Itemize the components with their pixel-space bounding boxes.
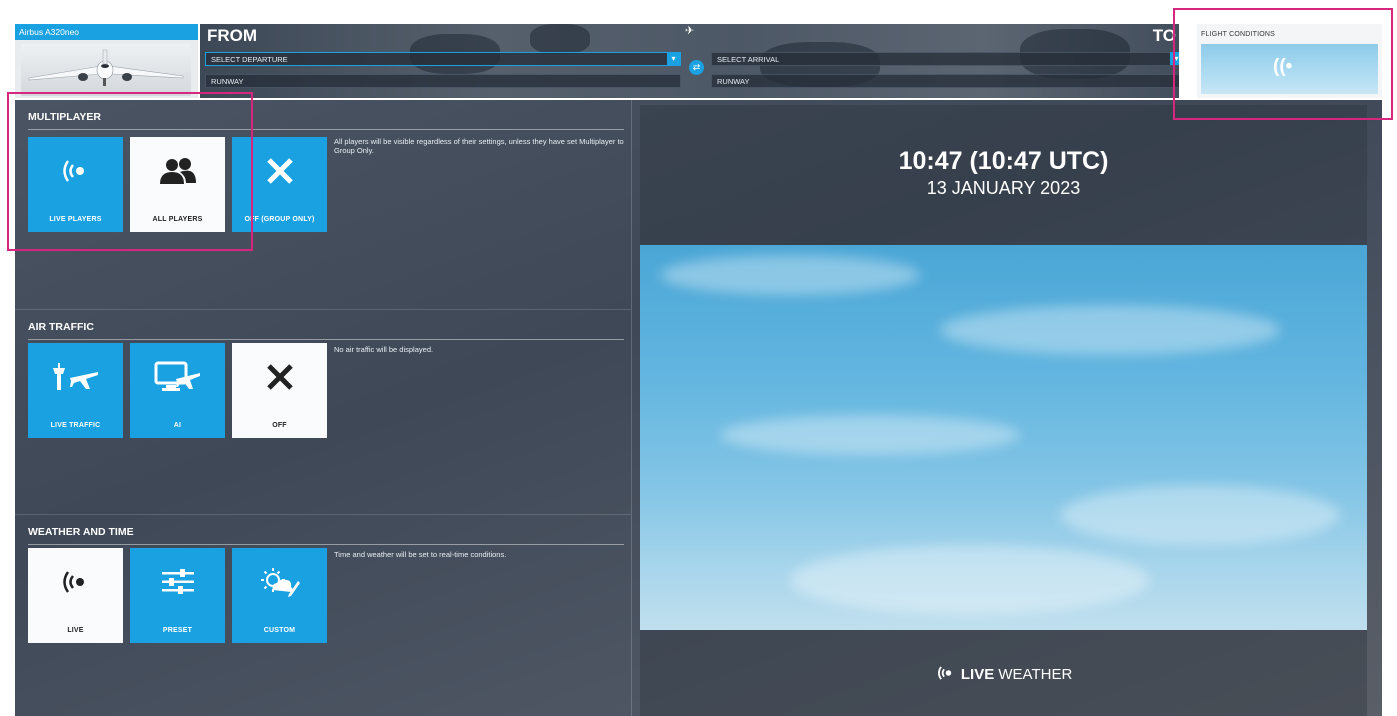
air-traffic-options: LIVE TRAFFIC AI OFF No air traffic will … xyxy=(15,343,631,438)
multiplayer-highlight-box xyxy=(7,92,253,251)
off-traffic-button[interactable]: OFF xyxy=(232,343,327,438)
arrival-runway-select[interactable]: RUNWAY xyxy=(711,74,1179,88)
airplane-icon: ✈ xyxy=(685,25,695,37)
sliders-icon xyxy=(130,562,225,602)
current-time: 10:47 (10:47 UTC) xyxy=(898,147,1109,175)
section-title: AIR TRAFFIC xyxy=(28,321,94,333)
tower-plane-icon xyxy=(28,357,123,397)
tile-label: LIVE TRAFFIC xyxy=(50,422,101,429)
ai-traffic-button[interactable]: AI xyxy=(130,343,225,438)
tile-label: PRESET xyxy=(162,627,193,634)
close-icon xyxy=(232,357,327,397)
computer-plane-icon xyxy=(130,357,225,397)
route-panel: FROM TO ✈ SELECT DEPARTURE ▾ RUNWAY ⇄ SE… xyxy=(200,24,1179,98)
swap-icon[interactable]: ⇄ xyxy=(689,60,704,75)
current-date: 13 JANUARY 2023 xyxy=(926,178,1081,198)
weather-word: WEATHER xyxy=(998,666,1073,683)
weather-time-options: LIVE PRESET CUSTOM Time and weather will… xyxy=(15,548,631,643)
section-description: All players will be visible regardless o… xyxy=(334,137,624,155)
tile-label: LIVE xyxy=(67,627,84,634)
conditions-preview: 10:47 (10:47 UTC) 13 JANUARY 2023 LIVE W… xyxy=(640,105,1367,716)
flight-conditions-highlight-box xyxy=(1173,8,1393,120)
departure-runway-select[interactable]: RUNWAY xyxy=(205,74,681,88)
section-title: WEATHER AND TIME xyxy=(28,526,134,538)
sun-cloud-edit-icon xyxy=(232,562,327,602)
live-broadcast-icon xyxy=(937,666,951,680)
live-weather-label: LIVE WEATHER xyxy=(640,665,1367,683)
airplane-thumbnail xyxy=(21,44,191,96)
tile-label: CUSTOM xyxy=(263,627,296,634)
column-divider xyxy=(631,100,632,716)
preset-weather-button[interactable]: PRESET xyxy=(130,548,225,643)
aircraft-card[interactable]: Airbus A320neo xyxy=(15,24,198,98)
live-weather-button[interactable]: LIVE xyxy=(28,548,123,643)
air-traffic-section: AIR TRAFFIC LIVE TRAFFIC AI OFF No air t… xyxy=(15,310,631,515)
departure-select[interactable]: SELECT DEPARTURE xyxy=(205,52,681,66)
divider xyxy=(28,544,624,545)
live-word: LIVE xyxy=(960,666,995,683)
live-traffic-button[interactable]: LIVE TRAFFIC xyxy=(28,343,123,438)
divider xyxy=(28,339,624,340)
section-description: Time and weather will be set to real-tim… xyxy=(334,550,507,559)
weather-time-section: WEATHER AND TIME LIVE PRESET CUSTOM Time… xyxy=(15,515,631,716)
chevron-down-icon[interactable]: ▾ xyxy=(667,52,680,65)
live-broadcast-icon xyxy=(28,562,123,602)
custom-weather-button[interactable]: CUSTOM xyxy=(232,548,327,643)
tile-label: OFF xyxy=(272,422,287,429)
from-label: FROM xyxy=(207,26,258,45)
tile-label: AI xyxy=(173,422,182,429)
aircraft-name: Airbus A320neo xyxy=(15,24,198,40)
arrival-select[interactable]: SELECT ARRIVAL xyxy=(711,52,1179,66)
section-description: No air traffic will be displayed. xyxy=(334,345,434,354)
sky-preview-image xyxy=(640,245,1367,630)
